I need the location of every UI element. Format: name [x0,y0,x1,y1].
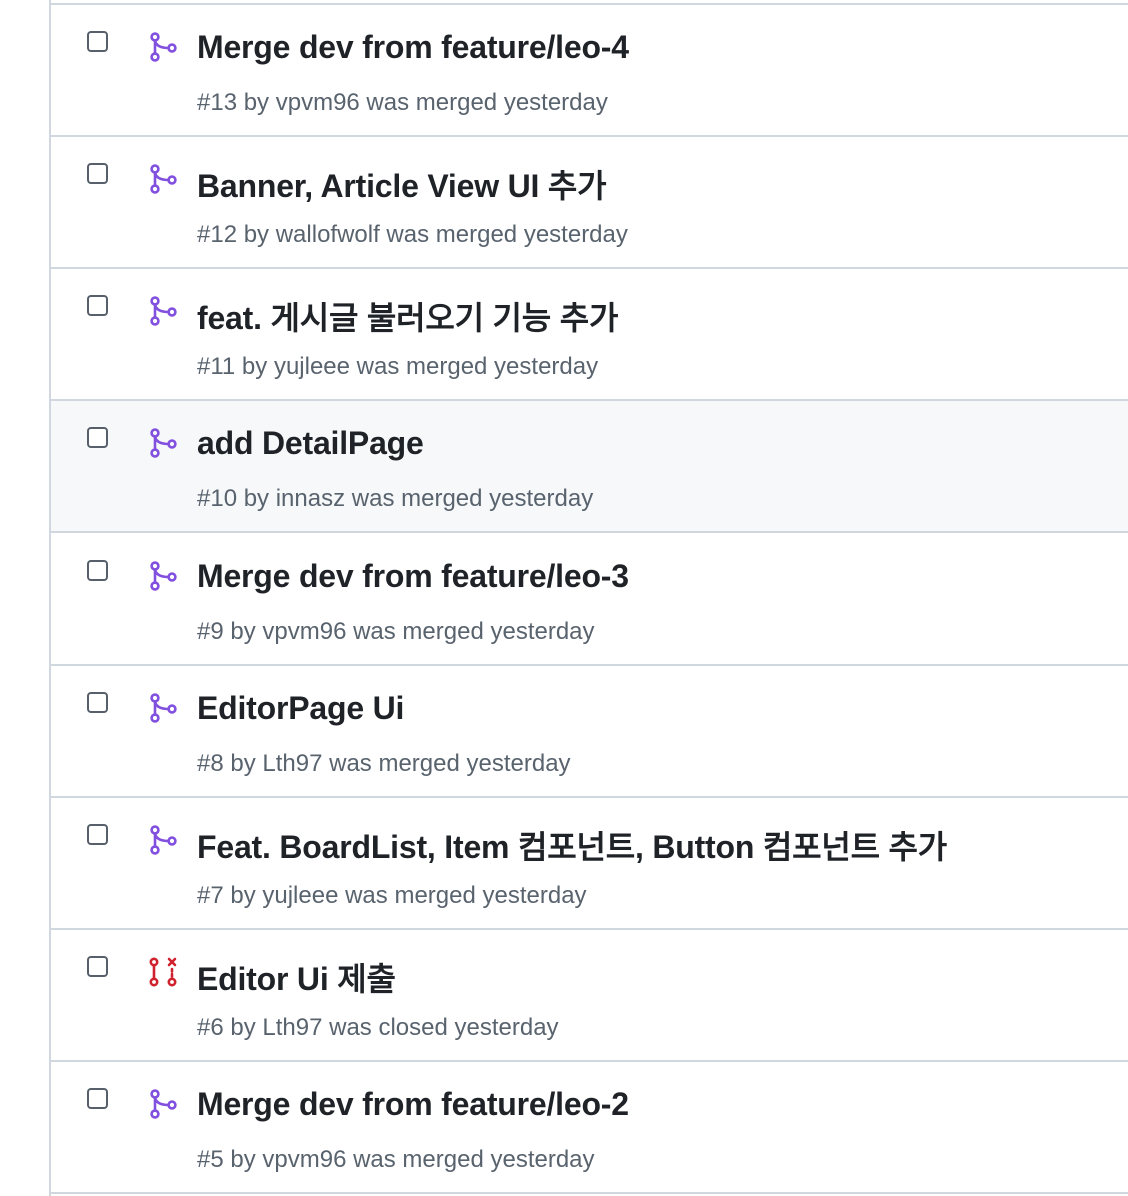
pull-request-meta: #9 by vpvm96 was merged yesterday [197,618,595,645]
pull-request-meta: #5 by vpvm96 was merged yesterday [197,1146,595,1173]
pull-request-title-link[interactable]: EditorPage Ui [197,690,404,727]
git-merge-icon [148,560,180,592]
git-merge-icon [148,1088,180,1120]
pull-request-row[interactable]: Editor Ui 제출 #6 by Lth97 was closed yeste… [51,930,1128,1062]
pull-request-row[interactable]: Merge dev from feature/leo-3 #9 by vpvm96… [51,534,1128,666]
git-merge-icon [148,31,180,63]
pull-request-row[interactable]: Merge dev from feature/leo-4 #13 by vpvm9… [51,5,1128,137]
select-checkbox[interactable] [87,427,108,448]
select-checkbox[interactable] [87,295,108,316]
pull-request-list: Merge dev from feature/leo-4 #13 by vpvm9… [49,0,1128,1196]
pull-request-meta: #12 by wallofwolf was merged yesterday [197,221,628,248]
pull-request-row[interactable]: Banner, Article View UI 추가 #12 by wallofw… [51,137,1128,269]
pull-request-row[interactable]: add DetailPage #10 by innasz was merged y… [51,401,1128,533]
pull-request-meta: #7 by yujleee was merged yesterday [197,882,587,909]
pull-request-title-link[interactable]: Banner, Article View UI 추가 [197,161,607,207]
pull-request-title-link[interactable]: feat. 게시글 불러오기 기능 추가 [197,293,618,339]
pull-request-row[interactable]: Merge dev from feature/leo-2 #5 by vpvm96… [51,1062,1128,1194]
pull-request-row[interactable]: Feat. BoardList, Item 컴포넌트, Button 컴포넌트 … [51,798,1128,930]
pull-request-title-link[interactable]: Merge dev from feature/leo-2 [197,1086,629,1123]
pull-request-title-link[interactable]: Feat. BoardList, Item 컴포넌트, Button 컴포넌트 … [197,822,947,868]
select-checkbox[interactable] [87,956,108,977]
select-checkbox[interactable] [87,560,108,581]
select-checkbox[interactable] [87,824,108,845]
pull-request-title-link[interactable]: add DetailPage [197,425,424,462]
git-merge-icon [148,295,180,327]
select-checkbox[interactable] [87,31,108,52]
pull-request-meta: #13 by vpvm96 was merged yesterday [197,89,608,116]
git-merge-icon [148,163,180,195]
pull-request-row[interactable]: EditorPage Ui #8 by Lth97 was merged yest… [51,666,1128,798]
pull-request-title-link[interactable]: Merge dev from feature/leo-3 [197,558,629,595]
pull-request-title-link[interactable]: Editor Ui 제출 [197,954,396,1000]
git-merge-icon [148,824,180,856]
pull-request-row[interactable]: feat. 게시글 불러오기 기능 추가 #11 by yujleee was m… [51,269,1128,401]
select-checkbox[interactable] [87,692,108,713]
select-checkbox[interactable] [87,163,108,184]
pull-request-meta: #10 by innasz was merged yesterday [197,485,594,512]
select-checkbox[interactable] [87,1088,108,1109]
pull-request-meta: #11 by yujleee was merged yesterday [197,353,599,380]
git-pull-request-closed-icon [148,956,180,988]
git-merge-icon [148,692,180,724]
pull-request-meta: #8 by Lth97 was merged yesterday [197,750,571,777]
git-merge-icon [148,427,180,459]
pull-request-meta: #6 by Lth97 was closed yesterday [197,1014,559,1041]
pull-request-title-link[interactable]: Merge dev from feature/leo-4 [197,29,629,66]
